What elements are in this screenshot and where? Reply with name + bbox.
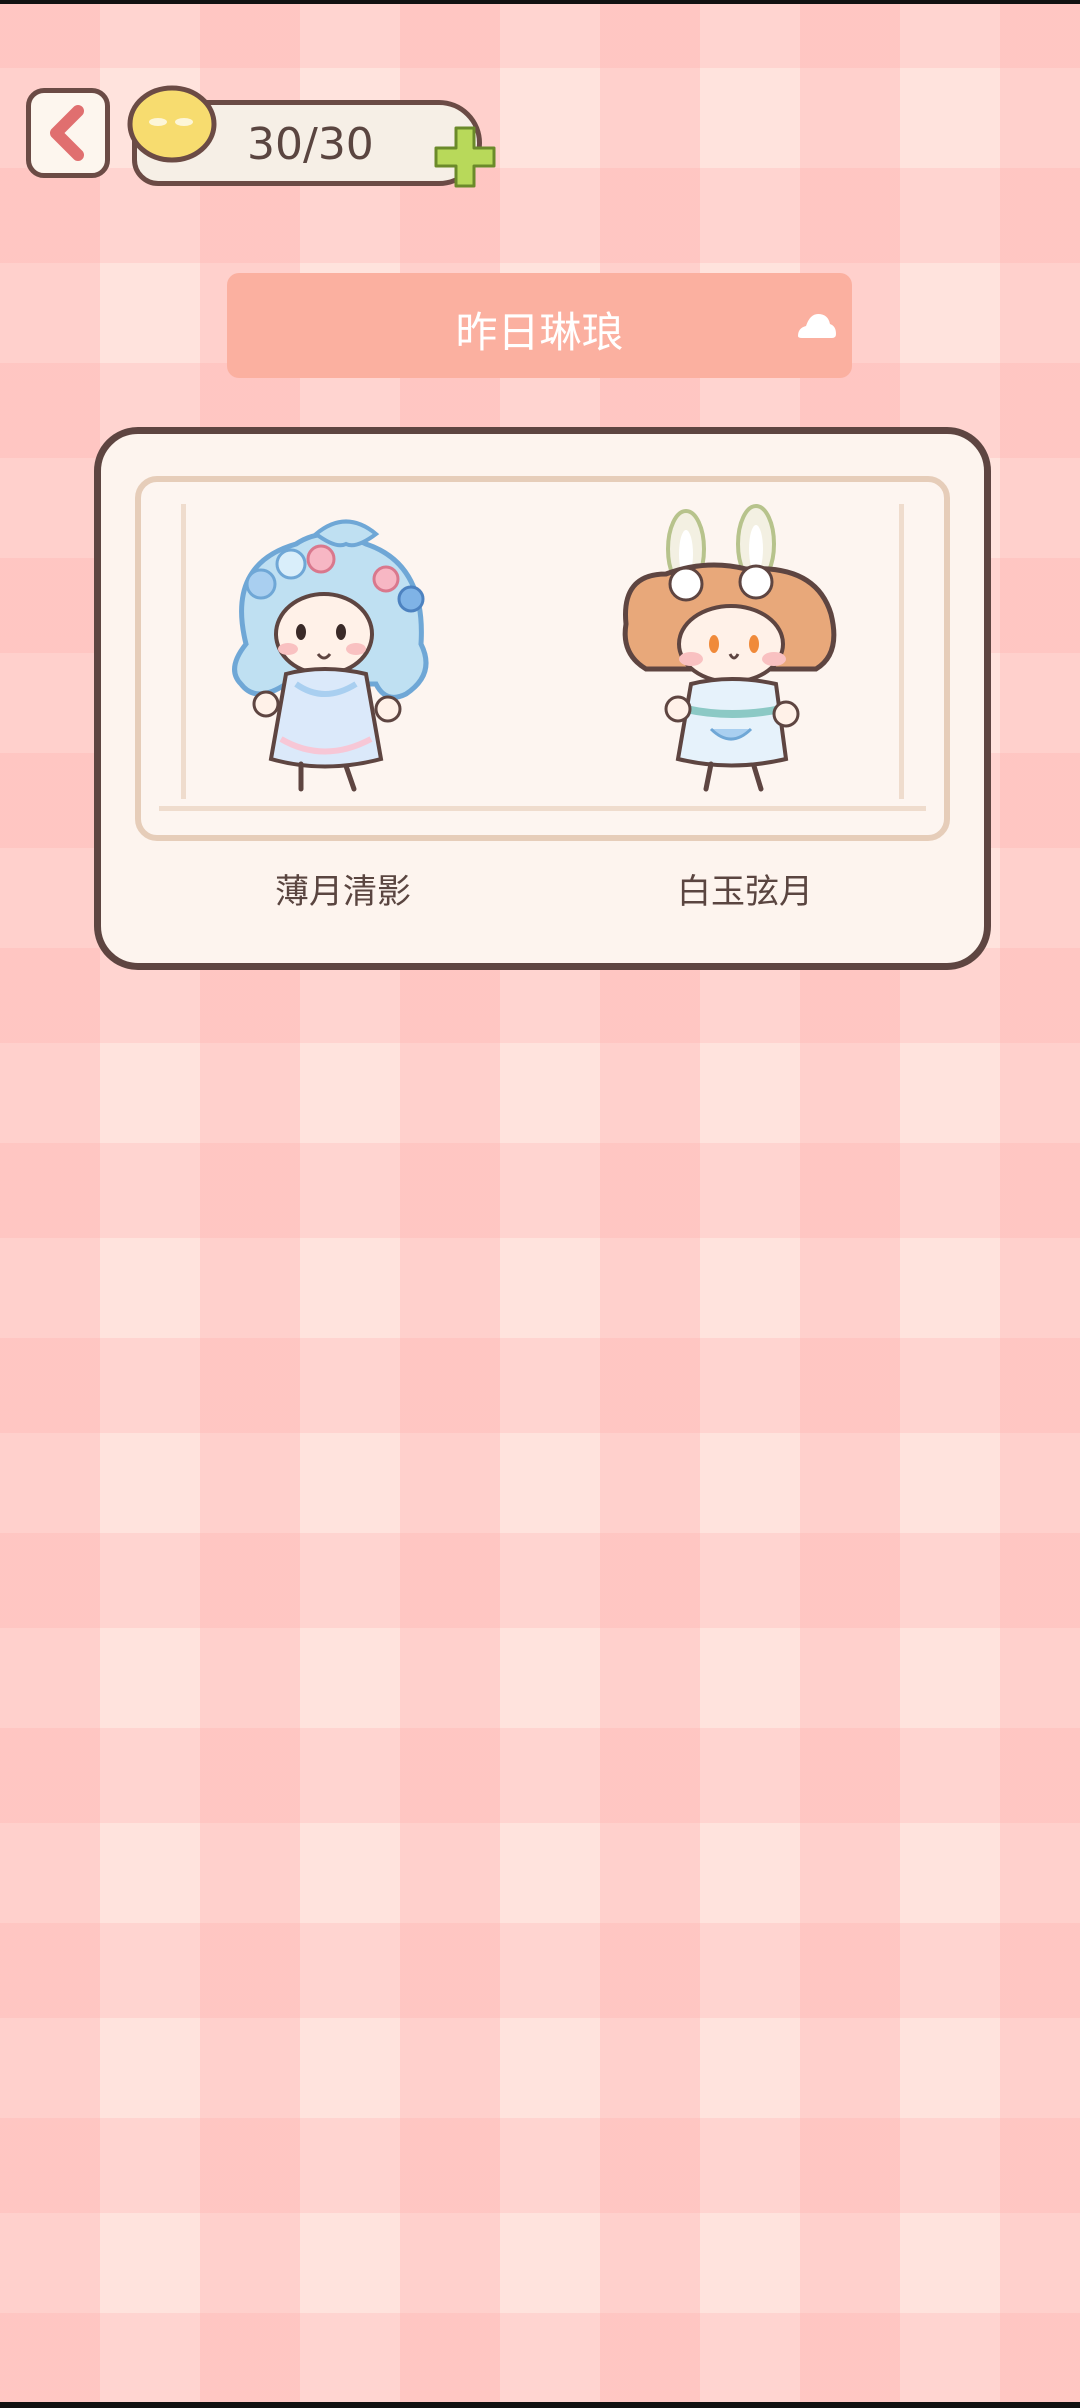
- smiley-face-icon: [127, 85, 217, 163]
- outfit-item-character-2[interactable]: [606, 504, 856, 804]
- outfit-item-character-1[interactable]: [206, 504, 456, 804]
- outfit-name-1: 薄月清影: [275, 872, 411, 912]
- navigation-bar-edge: [0, 2402, 1080, 2408]
- energy-value: 30/30: [247, 119, 374, 170]
- collection-dropdown[interactable]: 昨日琳琅: [227, 273, 852, 378]
- back-button[interactable]: [26, 88, 110, 178]
- add-energy-plus-icon[interactable]: [430, 122, 500, 192]
- status-bar-edge: [0, 0, 1080, 4]
- outfit-panel: 薄月清影 白玉弦月: [94, 427, 991, 970]
- back-arrow-icon: [50, 105, 84, 161]
- caret-up-icon: [798, 314, 836, 338]
- dropdown-selected-label: 昨日琳琅: [455, 308, 624, 357]
- outfit-name-2: 白玉弦月: [677, 872, 813, 912]
